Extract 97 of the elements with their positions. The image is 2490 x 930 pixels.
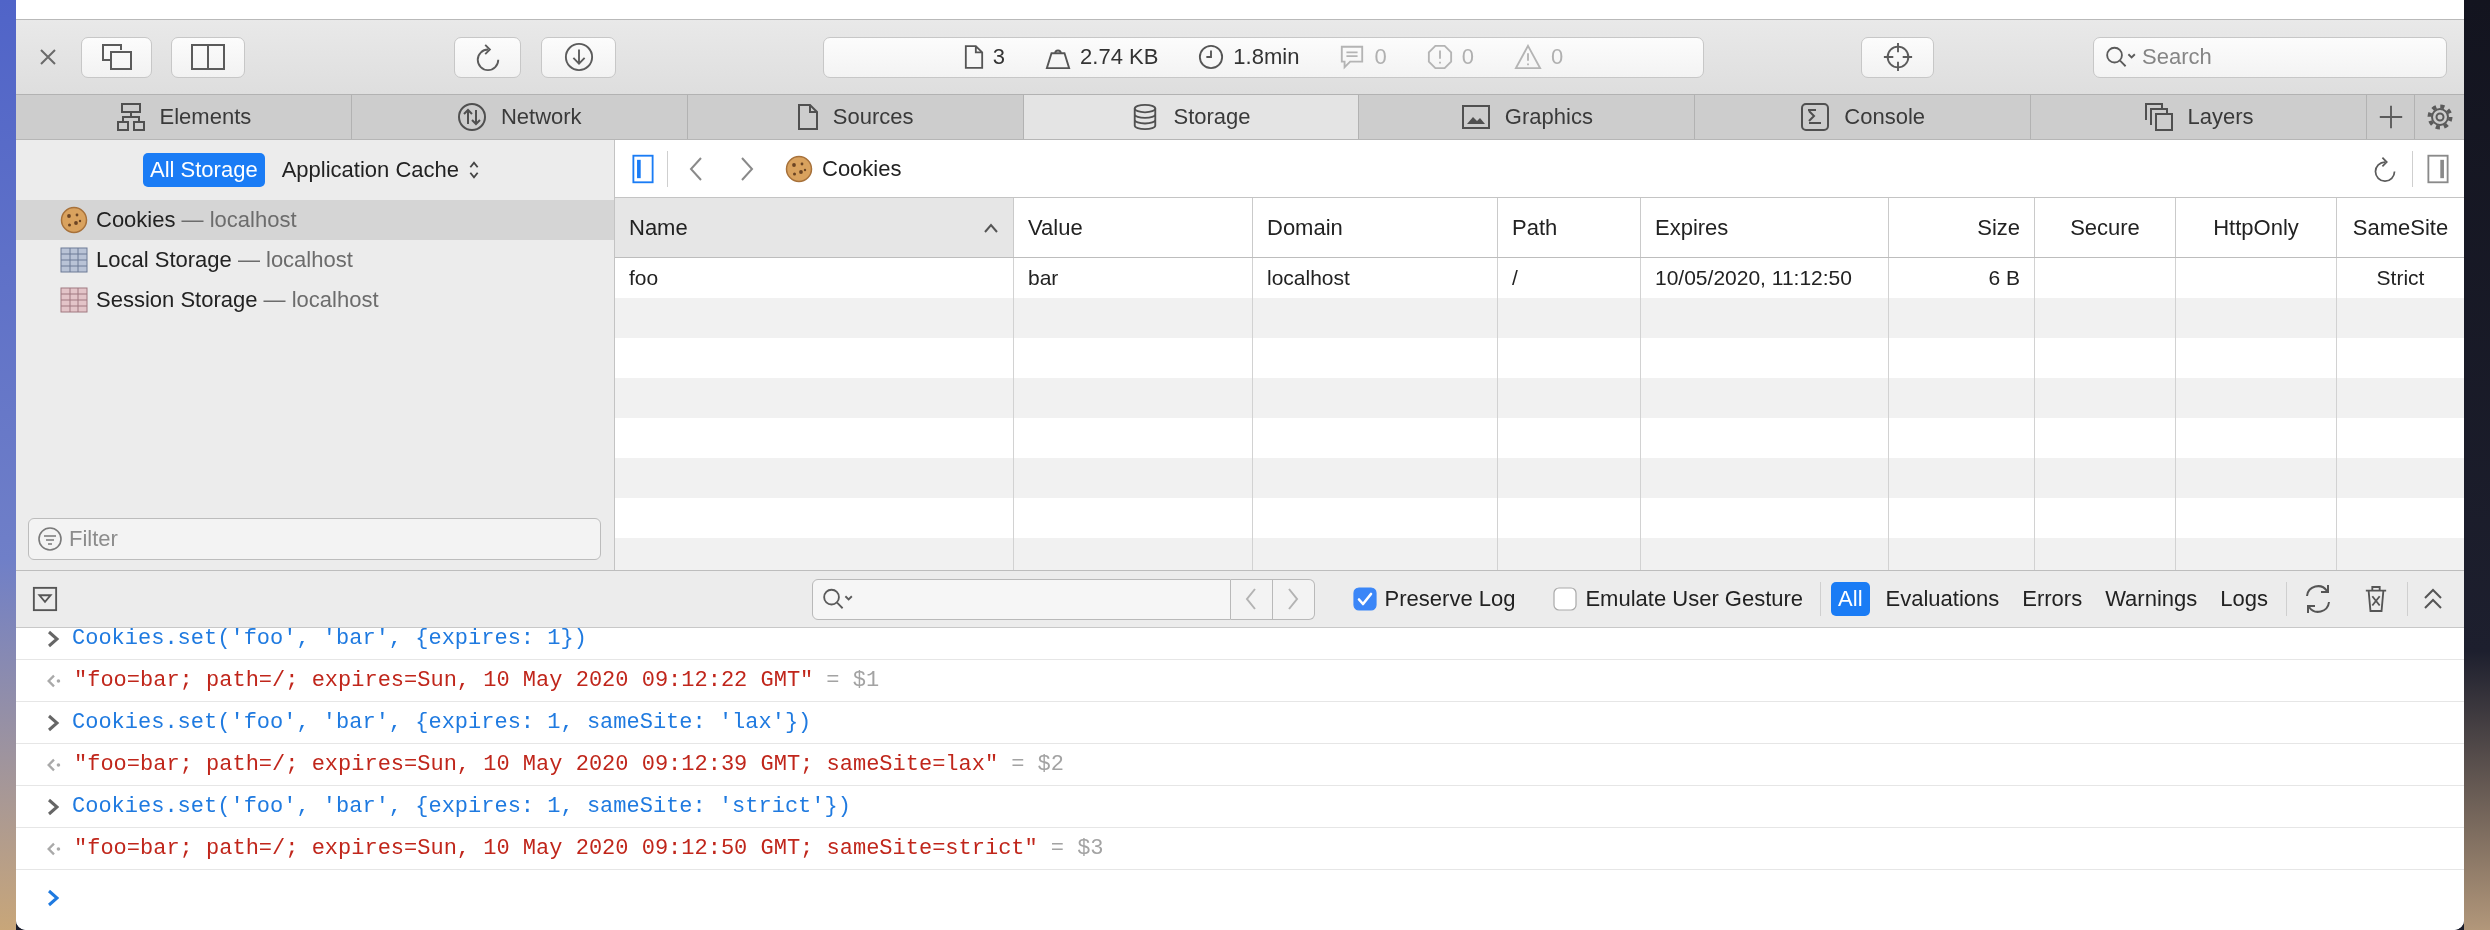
search-icon xyxy=(2104,45,2138,69)
level-filter-button[interactable]: Errors xyxy=(2015,582,2090,616)
layers-icon xyxy=(2143,102,2174,132)
level-filter-button[interactable]: Warnings xyxy=(2098,582,2205,616)
file-icon xyxy=(963,44,984,70)
column-header[interactable]: SameSite xyxy=(2337,198,2464,257)
image-icon xyxy=(1460,104,1491,130)
table-cell: bar xyxy=(1028,266,1059,290)
table-cell: 6 B xyxy=(1988,266,2020,290)
split-view-icon xyxy=(190,43,226,71)
result-text: "foo=bar; path=/; expires=Sun, 10 May 2020 09:12:50 GMT; sameSite=strict" xyxy=(74,836,1038,861)
command-text: Cookies.set('foo', 'bar', {expires: 1}) xyxy=(72,628,587,651)
result-text: "foo=bar; path=/; expires=Sun, 10 May 2020 09:12:22 GMT" xyxy=(74,668,814,693)
split-view-button[interactable] xyxy=(171,36,245,78)
table-cell: 10/05/2020, 11:12:50 xyxy=(1655,266,1852,290)
chevron-right-icon xyxy=(1286,587,1301,611)
cookie-icon xyxy=(60,206,88,234)
checkbox[interactable] xyxy=(1352,587,1377,611)
error-icon xyxy=(1426,44,1453,70)
stat-value: 0 xyxy=(1461,44,1474,70)
command-text: Cookies.set('foo', 'bar', {expires: 1, sameSite: 'strict'}) xyxy=(72,794,851,819)
column-header[interactable]: Secure xyxy=(2035,198,2176,257)
sidebar-icon[interactable] xyxy=(632,153,654,184)
stat-value: 0 xyxy=(1374,44,1387,70)
checkbox[interactable] xyxy=(1553,587,1578,611)
storage-item[interactable]: Session Storage — localhost xyxy=(16,280,614,320)
download-icon xyxy=(563,42,594,72)
level-filter-button[interactable]: Logs xyxy=(2213,582,2275,616)
trash-icon[interactable] xyxy=(2364,585,2388,613)
crosshair-icon xyxy=(1881,41,1914,73)
chevron-left-icon xyxy=(1244,587,1259,611)
close-icon[interactable] xyxy=(38,47,58,67)
column-header[interactable]: Name xyxy=(615,198,1014,257)
panel-toggle-icon[interactable] xyxy=(32,586,58,612)
table-icon xyxy=(60,286,88,314)
saved-variable-label: = $2 xyxy=(1011,752,1064,777)
windows-icon xyxy=(100,43,133,71)
saved-variable-label: = $1 xyxy=(826,668,880,693)
reload-button[interactable] xyxy=(454,36,521,78)
terminal-icon xyxy=(1800,102,1831,132)
column-header[interactable]: Path xyxy=(1498,198,1641,257)
console-filter-field[interactable] xyxy=(811,578,1231,620)
search-icon xyxy=(820,587,855,611)
stat-value: 1.8min xyxy=(1233,44,1300,70)
content-title: Cookies xyxy=(822,155,902,182)
table-cell: Strict xyxy=(2376,266,2425,290)
stat-value: 3 xyxy=(992,44,1006,70)
stat-value: 2.74 KB xyxy=(1080,44,1159,70)
tree-icon xyxy=(115,102,146,132)
stat-value: 0 xyxy=(1550,44,1564,70)
tab[interactable]: Sources xyxy=(687,95,1024,139)
tab[interactable]: Console xyxy=(1695,95,2032,139)
back-icon[interactable] xyxy=(688,155,704,182)
arrows-circle-icon xyxy=(456,102,487,132)
command-text: Cookies.set('foo', 'bar', {expires: 1, sameSite: 'lax'}) xyxy=(72,710,812,735)
table-cell: / xyxy=(1512,266,1518,290)
table-cell: foo xyxy=(629,266,659,290)
chevron-right-icon xyxy=(46,797,60,816)
undock-button[interactable] xyxy=(81,36,152,78)
saved-variable-label: = $3 xyxy=(1050,836,1104,861)
column-header[interactable]: Expires xyxy=(1641,198,1889,257)
chevron-right-icon xyxy=(46,713,60,732)
tab[interactable]: Layers xyxy=(2031,95,2367,139)
chevron-right-icon xyxy=(46,629,60,648)
checkbox-label[interactable]: Preserve Log xyxy=(1384,586,1516,612)
cookie-icon xyxy=(785,154,813,183)
checkbox-label[interactable]: Emulate User Gesture xyxy=(1585,586,1804,612)
prompt-icon[interactable] xyxy=(46,889,60,907)
column-header[interactable]: Domain xyxy=(1253,198,1498,257)
search-field[interactable]: Search xyxy=(2093,36,2447,78)
table-icon xyxy=(60,246,88,274)
storage-item[interactable]: Local Storage — localhost xyxy=(16,240,614,280)
column-header[interactable]: HttpOnly xyxy=(2176,198,2337,257)
column-header[interactable]: Size xyxy=(1889,198,2035,257)
level-filter-button[interactable]: All xyxy=(1831,582,1870,616)
table-cell: localhost xyxy=(1267,266,1350,290)
scope-button[interactable]: All Storage xyxy=(143,153,265,187)
level-filter-button[interactable]: Evaluations xyxy=(1878,582,2007,616)
tab[interactable]: Graphics xyxy=(1359,95,1696,139)
column-header[interactable]: Value xyxy=(1014,198,1253,257)
clock-icon xyxy=(1198,44,1225,70)
warning-icon xyxy=(1513,44,1542,70)
tab[interactable]: Network xyxy=(351,95,688,139)
updown-chevron-icon xyxy=(468,159,480,181)
file-icon xyxy=(796,103,819,131)
download-button[interactable] xyxy=(541,36,616,78)
storage-item[interactable]: Cookies — localhost xyxy=(16,200,614,240)
forward-icon[interactable] xyxy=(739,155,755,182)
sidebar-icon[interactable] xyxy=(2427,153,2449,184)
filter-icon xyxy=(37,526,63,552)
sort-chevron-icon xyxy=(983,222,999,233)
popup-button[interactable]: Application Cache xyxy=(274,153,487,187)
speech-bubble-icon xyxy=(1339,44,1366,70)
tab[interactable]: Elements xyxy=(16,95,352,139)
tab[interactable]: Storage xyxy=(1023,95,1360,139)
inspect-button[interactable] xyxy=(1861,36,1934,78)
result-text: "foo=bar; path=/; expires=Sun, 10 May 2020 09:12:39 GMT; sameSite=lax" xyxy=(74,752,999,777)
